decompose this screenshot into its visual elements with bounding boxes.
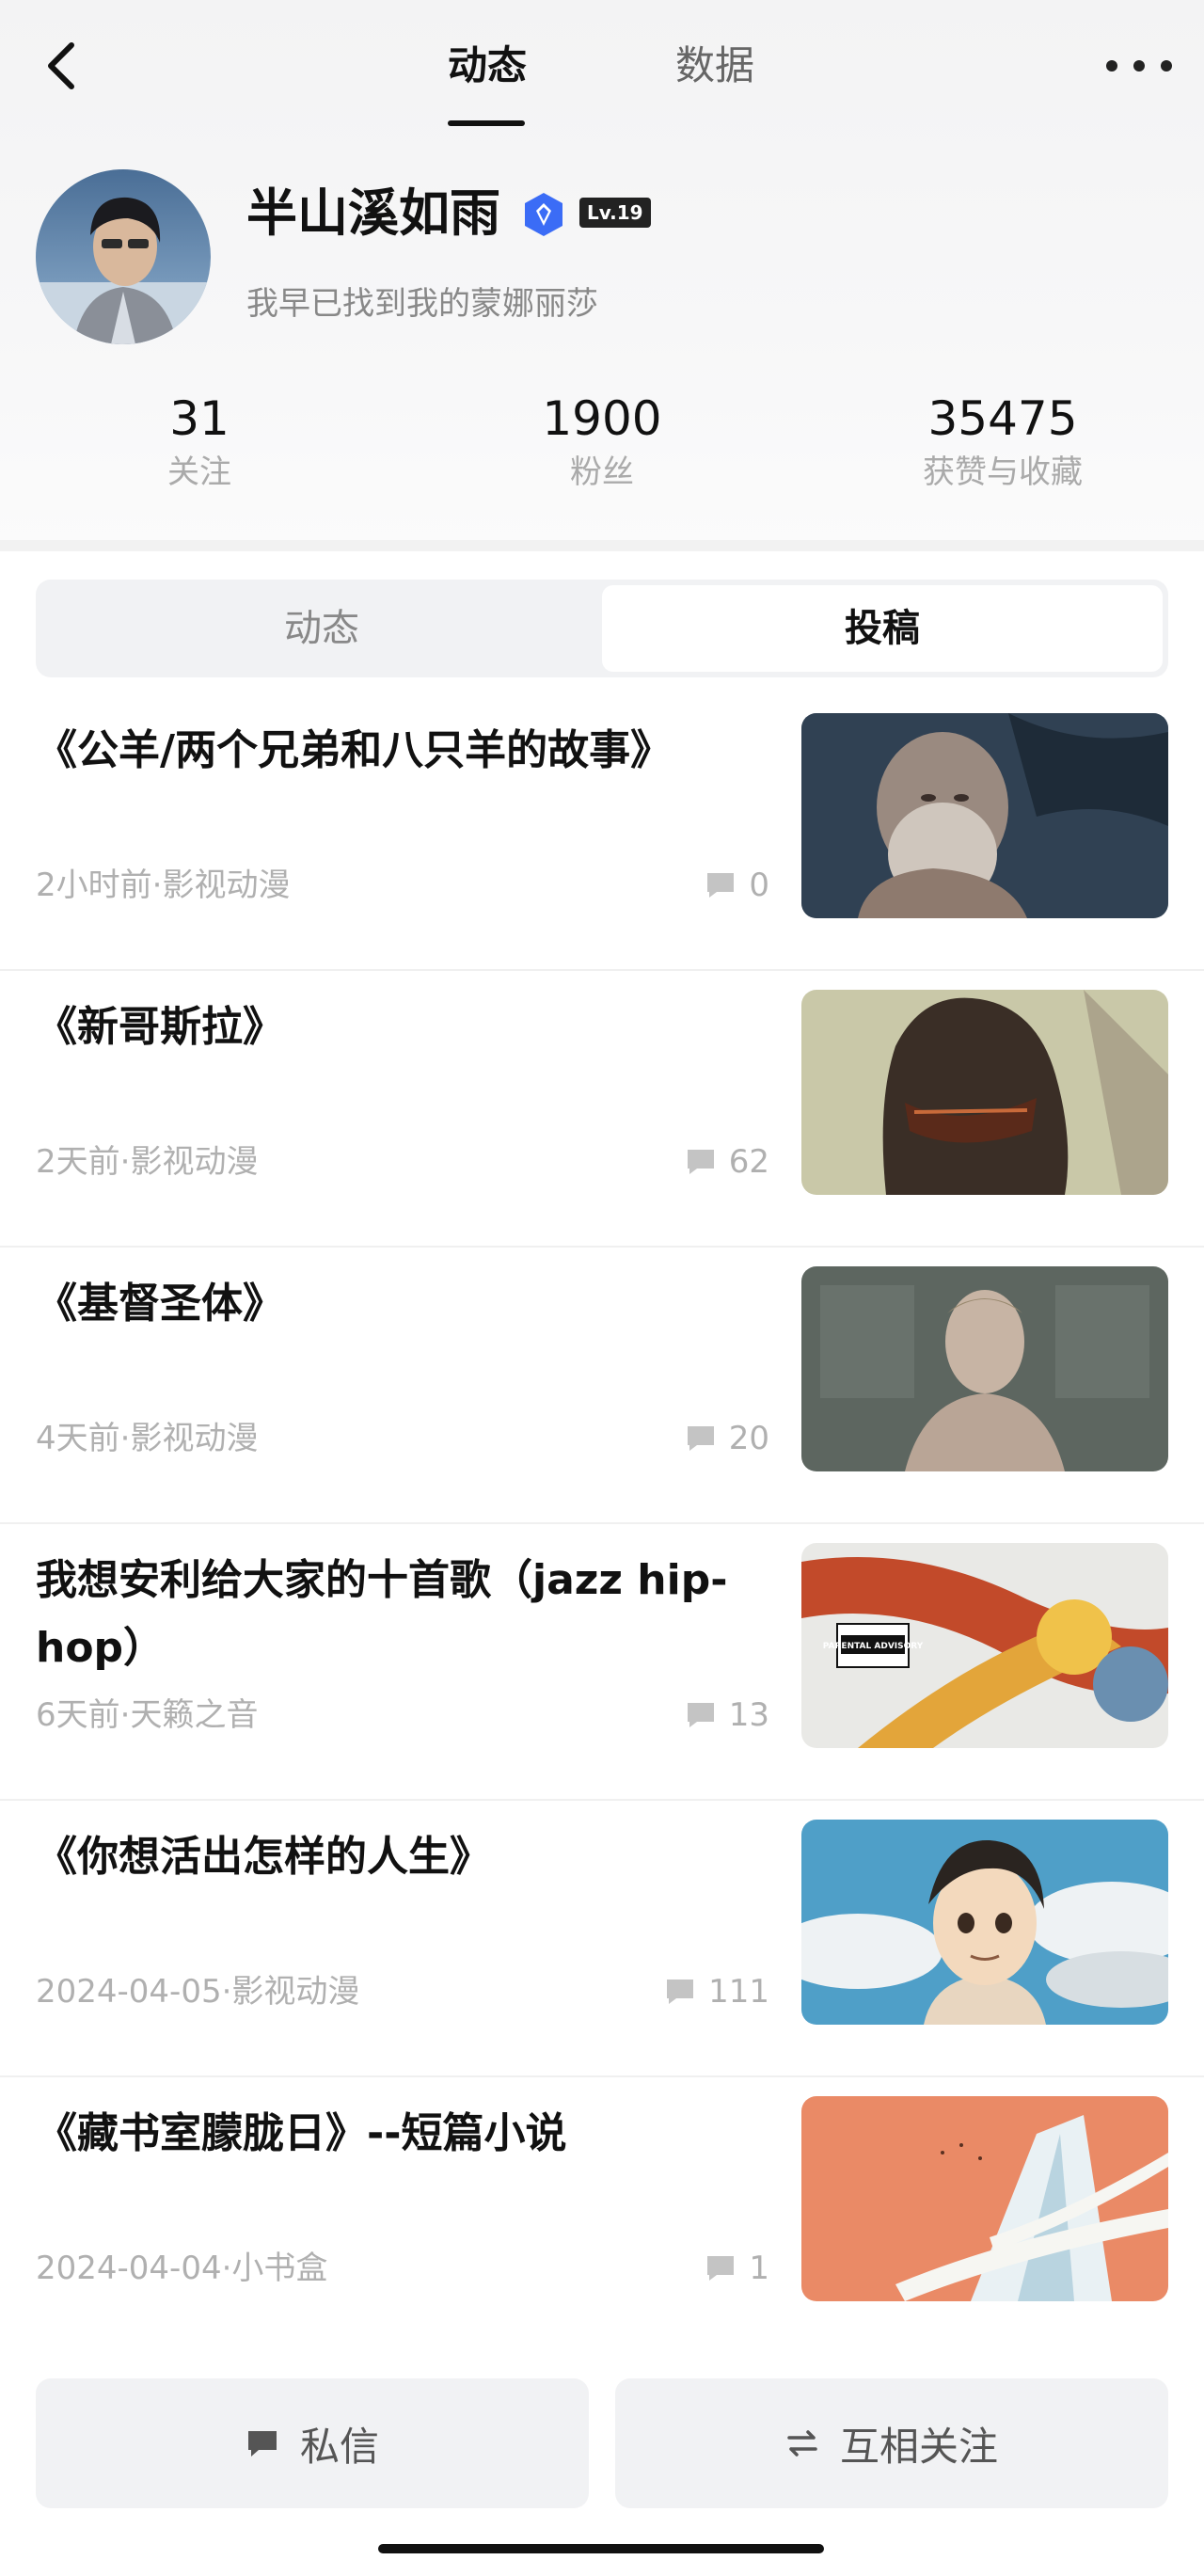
back-button[interactable] <box>34 34 90 98</box>
advisory-label-image: PARENTAL ADVISORY <box>823 1642 924 1651</box>
comment-icon <box>687 1703 714 1727</box>
post-meta: 4天前·影视动漫 <box>36 1420 259 1457</box>
post-thumbnail: PARENTAL ADVISORY <box>801 1543 1168 1748</box>
stat-label: 获赞与收藏 <box>923 453 1083 491</box>
comment-icon <box>707 2256 735 2281</box>
comment-count-value: 13 <box>728 1696 769 1734</box>
more-options-button[interactable] <box>1106 47 1172 85</box>
bottom-action-bar: 私信 互相关注 <box>0 2348 1204 2576</box>
section-divider <box>0 540 1204 551</box>
post-thumbnail <box>801 1820 1168 2025</box>
post-meta: 2024-04-05·影视动漫 <box>36 1973 360 2011</box>
post-thumbnail <box>801 2096 1168 2301</box>
avatar-image <box>36 169 211 344</box>
stat-label: 粉丝 <box>570 453 634 491</box>
stat-value: 35475 <box>927 391 1078 446</box>
post-title: 《藏书室朦胧日》--短篇小说 <box>36 2109 567 2157</box>
list-item[interactable]: 《公羊/两个兄弟和八只羊的故事》 2小时前·影视动漫 0 <box>0 694 1204 971</box>
comment-count-value: 1 <box>749 2250 769 2287</box>
post-meta: 2024-04-04·小书盒 <box>36 2250 328 2287</box>
tab-dynamics[interactable]: 动态 <box>448 38 527 94</box>
message-label: 私信 <box>299 2423 379 2470</box>
list-item[interactable]: 《藏书室朦胧日》--短篇小说 2024-04-04·小书盒 1 <box>0 2077 1204 2354</box>
verified-badge-icon[interactable] <box>519 190 568 239</box>
avatar[interactable] <box>36 169 211 344</box>
post-title: 《基督圣体》 <box>36 1280 284 1328</box>
comment-count-value: 62 <box>728 1143 769 1181</box>
post-title: 《你想活出怎样的人生》 <box>36 1833 491 1881</box>
comment-count: 0 <box>705 862 769 909</box>
mutual-follow-button[interactable]: 互相关注 <box>615 2378 1168 2508</box>
comment-count-value: 0 <box>749 867 769 904</box>
more-dot-icon <box>1133 60 1145 72</box>
stat-followers[interactable]: 1900 粉丝 <box>461 388 743 495</box>
segment-dynamics[interactable]: 动态 <box>41 585 602 672</box>
list-item[interactable]: 《新哥斯拉》 2天前·影视动漫 62 <box>0 971 1204 1248</box>
username: 半山溪如雨 <box>246 183 500 243</box>
post-title: 《新哥斯拉》 <box>36 1003 284 1051</box>
profile-signature: 我早已找到我的蒙娜丽莎 <box>246 285 598 323</box>
more-dot-icon <box>1106 60 1117 72</box>
stat-value: 31 <box>169 391 230 446</box>
post-thumbnail <box>801 713 1168 918</box>
stat-following[interactable]: 31 关注 <box>58 388 341 495</box>
post-thumbnail <box>801 1266 1168 1471</box>
message-icon <box>247 2431 277 2457</box>
chevron-left-icon <box>48 42 74 89</box>
stat-label: 关注 <box>167 453 231 491</box>
submission-list: 《公羊/两个兄弟和八只羊的故事》 2小时前·影视动漫 0 《新哥斯拉》 2天前·… <box>0 694 1204 2354</box>
comment-count-value: 111 <box>708 1973 769 2011</box>
list-item[interactable]: 我想安利给大家的十首歌（jazz hip-hop） 6天前·天籁之音 13 PA… <box>0 1524 1204 1801</box>
post-thumbnail <box>801 990 1168 1195</box>
stat-likes[interactable]: 35475 获赞与收藏 <box>862 388 1144 495</box>
more-dot-icon <box>1161 60 1172 72</box>
comment-count: 1 <box>705 2245 769 2292</box>
message-button[interactable]: 私信 <box>36 2378 589 2508</box>
stat-value: 1900 <box>542 391 662 446</box>
active-tab-indicator <box>448 120 525 126</box>
post-title: 我想安利给大家的十首歌（jazz hip-hop） <box>36 1556 728 1672</box>
tab-data[interactable]: 数据 <box>675 38 754 94</box>
list-item[interactable]: 《你想活出怎样的人生》 2024-04-05·影视动漫 111 <box>0 1801 1204 2077</box>
mutual-follow-label: 互相关注 <box>839 2423 998 2470</box>
segment-submissions[interactable]: 投稿 <box>602 585 1163 672</box>
comment-count: 111 <box>665 1968 769 2015</box>
comment-icon <box>707 873 735 898</box>
comment-count: 20 <box>686 1415 769 1462</box>
level-badge: Lv.19 <box>579 198 651 228</box>
comment-count: 13 <box>686 1692 769 1739</box>
list-item[interactable]: 《基督圣体》 4天前·影视动漫 20 <box>0 1248 1204 1524</box>
post-title: 《公羊/两个兄弟和八只羊的故事》 <box>36 726 673 774</box>
post-meta: 6天前·天籁之音 <box>36 1696 259 1734</box>
post-meta: 2天前·影视动漫 <box>36 1143 259 1181</box>
content-segment-control: 动态 投稿 <box>36 580 1168 677</box>
comment-icon <box>687 1426 714 1451</box>
comment-icon <box>667 1980 694 2004</box>
home-indicator <box>378 2544 824 2553</box>
post-meta: 2小时前·影视动漫 <box>36 867 291 904</box>
comment-icon <box>687 1150 714 1174</box>
comment-count-value: 20 <box>728 1420 769 1457</box>
top-nav: 动态 数据 <box>0 0 1204 132</box>
swap-arrows-icon <box>787 2430 817 2457</box>
comment-count: 62 <box>686 1138 769 1185</box>
